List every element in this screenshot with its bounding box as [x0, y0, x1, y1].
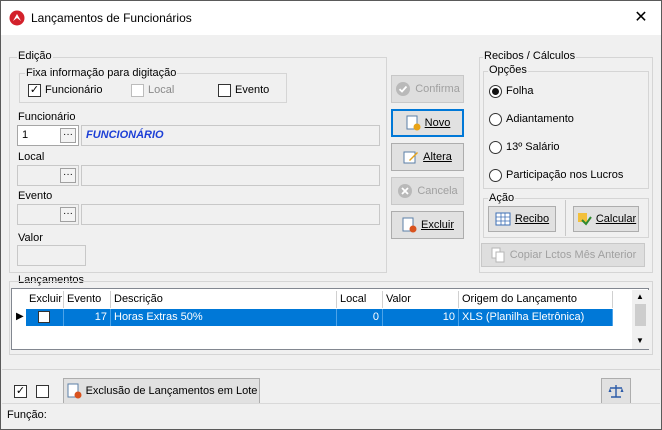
- altera-button[interactable]: Altera: [391, 143, 464, 171]
- acao-group-label: Ação: [488, 192, 516, 204]
- cell-valor: 10: [383, 309, 459, 326]
- edit-pencil-icon: [403, 149, 419, 165]
- cell-descricao: Horas Extras 50%: [111, 309, 337, 326]
- fixa-group-label: Fixa informação para digitação: [25, 67, 178, 79]
- col-evento[interactable]: Evento: [64, 291, 111, 308]
- title-bar: Lançamentos de Funcionários ✕: [1, 1, 661, 35]
- table-row[interactable]: 17 Horas Extras 50% 0 10 XLS (Planilha E…: [26, 309, 613, 326]
- radio-adiantamento[interactable]: [489, 113, 502, 126]
- fixa-funcionario-checkbox[interactable]: ✓: [28, 84, 41, 97]
- table-vertical-scrollbar[interactable]: ▲ ▼: [632, 290, 649, 349]
- radio-13-salario[interactable]: [489, 141, 502, 154]
- receipt-grid-icon: [495, 211, 511, 227]
- balance-scale-button[interactable]: [601, 378, 631, 404]
- deselect-checkbox[interactable]: [36, 385, 49, 398]
- recibo-label: Recibo: [514, 213, 550, 225]
- exclusao-lote-label: Exclusão de Lançamentos em Lote: [85, 385, 258, 397]
- cell-excluir[interactable]: [26, 309, 64, 326]
- excluir-button[interactable]: Excluir: [391, 211, 464, 239]
- funcionario-lookup-button[interactable]: ···: [60, 128, 76, 143]
- scroll-down-icon[interactable]: ▼: [636, 336, 644, 345]
- local-name-field: [81, 165, 380, 186]
- balance-scale-icon: [608, 383, 624, 399]
- calcular-label: Calcular: [595, 213, 637, 225]
- cell-evento: 17: [64, 309, 111, 326]
- radio-13-salario-label: 13º Salário: [506, 141, 560, 153]
- cancela-label: Cancela: [417, 185, 458, 197]
- bottom-separator: [2, 369, 660, 370]
- exclusao-lote-button[interactable]: Exclusão de Lançamentos em Lote: [63, 378, 260, 404]
- evento-name-field: [81, 204, 380, 225]
- table-header: Excluir Evento Descrição Local Valor Ori…: [26, 291, 613, 308]
- calculate-icon: [576, 211, 592, 227]
- funcionario-name-field: FUNCIONÁRIO: [81, 125, 380, 146]
- confirma-button[interactable]: Confirma: [391, 75, 464, 103]
- radio-participacao-lucros-label: Participação nos Lucros: [506, 169, 624, 181]
- col-excluir[interactable]: Excluir: [26, 291, 64, 308]
- cancel-icon: [397, 183, 413, 199]
- confirm-check-icon: [395, 81, 411, 97]
- lancamentos-table[interactable]: Excluir Evento Descrição Local Valor Ori…: [11, 288, 649, 350]
- valor-label: Valor: [18, 232, 43, 244]
- row-excluir-checkbox[interactable]: [38, 311, 50, 323]
- row-pointer-icon: ▶: [16, 311, 24, 322]
- close-icon[interactable]: ✕: [627, 6, 655, 30]
- opcoes-group-label: Opções: [488, 64, 528, 76]
- batch-delete-icon: [66, 383, 82, 399]
- confirma-label: Confirma: [415, 83, 460, 95]
- col-origem[interactable]: Origem do Lançamento: [459, 291, 613, 308]
- cell-local: 0: [337, 309, 383, 326]
- acao-divider: [565, 200, 566, 236]
- evento-label: Evento: [18, 190, 53, 202]
- altera-label: Altera: [423, 151, 452, 163]
- funcionario-label: Funcionário: [18, 111, 76, 123]
- radio-adiantamento-label: Adiantamento: [506, 113, 574, 125]
- col-descricao[interactable]: Descrição: [111, 291, 337, 308]
- dialog-window: Lançamentos de Funcionários ✕ Edição Fix…: [0, 0, 662, 430]
- radio-folha[interactable]: [489, 85, 502, 98]
- col-valor[interactable]: Valor: [383, 291, 459, 308]
- valor-input[interactable]: [17, 245, 86, 266]
- copy-icon: [490, 247, 506, 263]
- excluir-label: Excluir: [420, 219, 454, 231]
- select-all-checkbox[interactable]: ✓: [14, 385, 27, 398]
- novo-button[interactable]: Novo: [391, 109, 464, 137]
- recibos-group-label: Recibos / Cálculos: [483, 50, 577, 62]
- radio-participacao-lucros[interactable]: [489, 169, 502, 182]
- scroll-thumb[interactable]: [635, 304, 646, 326]
- funcao-label: Função:: [7, 409, 47, 421]
- fixa-evento-checkbox[interactable]: [218, 84, 231, 97]
- col-local[interactable]: Local: [337, 291, 383, 308]
- novo-label: Novo: [424, 117, 451, 129]
- status-bar: Função:: [2, 403, 660, 429]
- fixa-funcionario-label: Funcionário: [45, 84, 103, 96]
- local-lookup-button[interactable]: ···: [60, 168, 76, 183]
- copiar-lctos-button[interactable]: Copiar Lctos Mês Anterior: [481, 243, 645, 267]
- copiar-lctos-label: Copiar Lctos Mês Anterior: [509, 249, 637, 261]
- funcionario-code-value: 1: [22, 129, 29, 141]
- fixa-local-label: Local: [148, 84, 175, 96]
- window-title: Lançamentos de Funcionários: [31, 11, 192, 25]
- evento-lookup-button[interactable]: ···: [60, 207, 76, 222]
- funcionario-name-value: FUNCIONÁRIO: [86, 129, 164, 141]
- edicao-group-label: Edição: [17, 50, 53, 62]
- local-label: Local: [18, 151, 45, 163]
- cell-origem: XLS (Planilha Eletrônica): [459, 309, 613, 326]
- fixa-local-checkbox[interactable]: [131, 84, 144, 97]
- scroll-up-icon[interactable]: ▲: [636, 292, 644, 301]
- recibo-button[interactable]: Recibo: [488, 206, 556, 232]
- app-logo-icon: [9, 10, 25, 26]
- new-document-icon: [405, 115, 421, 131]
- cancela-button[interactable]: Cancela: [391, 177, 464, 205]
- delete-document-icon: [401, 217, 417, 233]
- radio-folha-label: Folha: [506, 85, 534, 97]
- calcular-button[interactable]: Calcular: [573, 206, 639, 232]
- fixa-evento-label: Evento: [235, 84, 270, 96]
